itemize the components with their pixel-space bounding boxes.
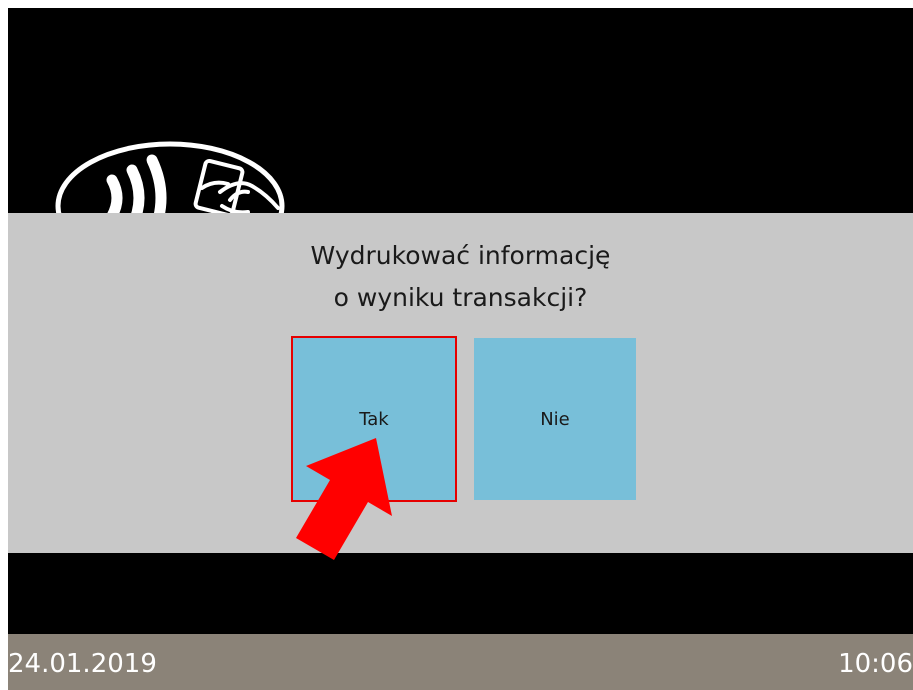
yes-button-label: Tak (359, 408, 389, 430)
status-date: 24.01.2019 (8, 649, 157, 679)
no-button-label: Nie (540, 408, 570, 430)
dialog-question-line-2: o wyniku transakcji? (333, 283, 588, 312)
dialog-question-line-1: Wydrukować informację (310, 241, 611, 270)
status-time: 10:06 (838, 649, 913, 679)
terminal-display: Wydrukować informację o wyniku transakcj… (8, 8, 913, 690)
pointer-arrow-icon (296, 438, 392, 560)
print-confirmation-dialog: Wydrukować informację o wyniku transakcj… (8, 213, 913, 553)
terminal-screenshot: Wydrukować informację o wyniku transakcj… (0, 0, 913, 690)
status-bar: 24.01.2019 10:06 (8, 634, 913, 690)
no-button[interactable]: Nie (474, 338, 636, 500)
dialog-question: Wydrukować informację o wyniku transakcj… (8, 235, 913, 319)
